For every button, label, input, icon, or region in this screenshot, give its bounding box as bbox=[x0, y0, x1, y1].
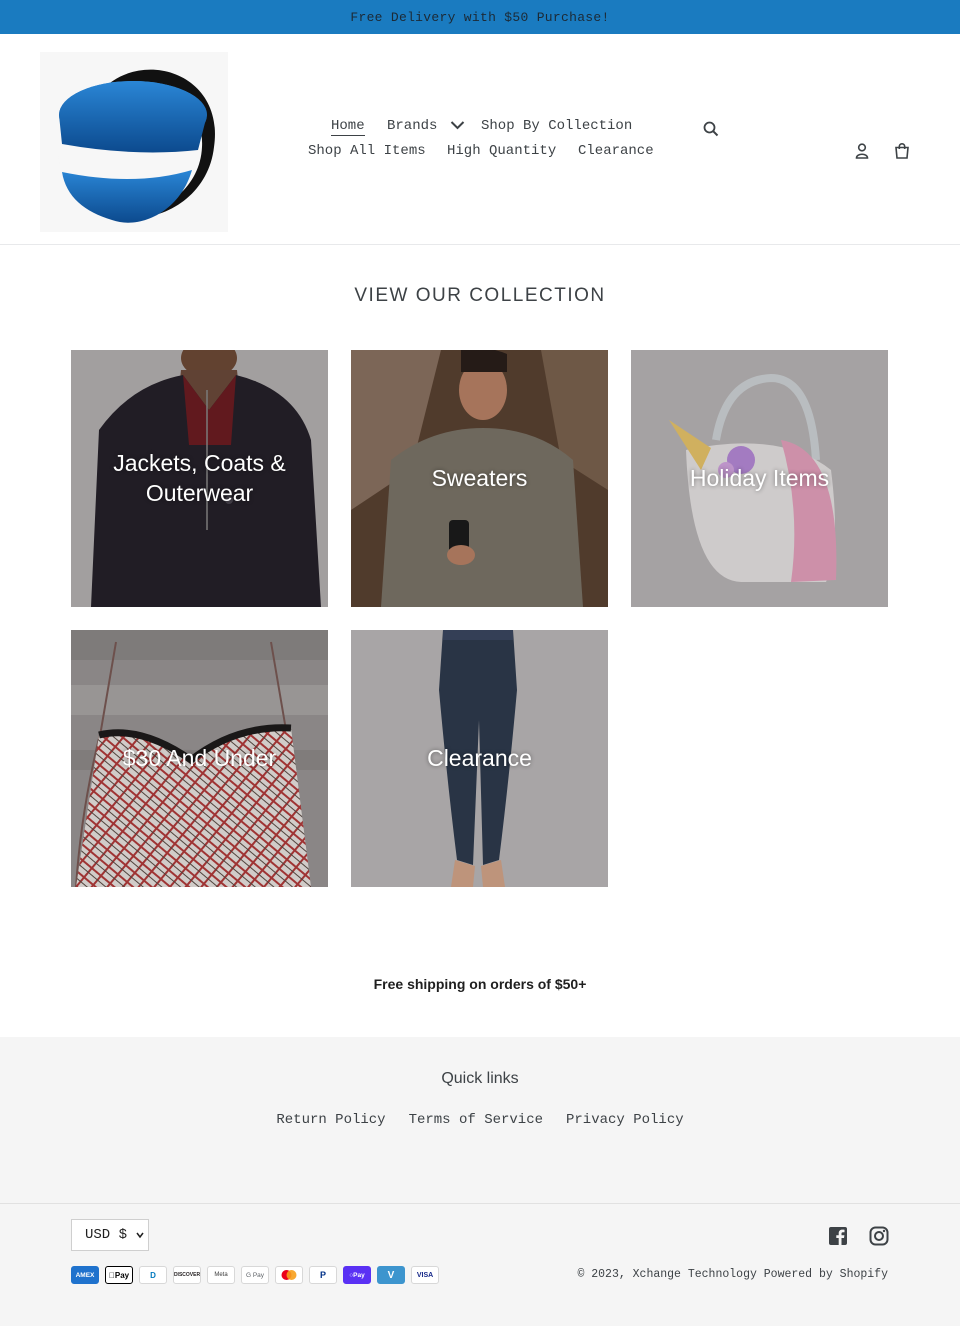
account-icon[interactable] bbox=[853, 142, 871, 160]
chevron-down-icon bbox=[450, 121, 465, 130]
nav-brands-label: Brands bbox=[387, 118, 438, 134]
apple-pay-icon: Pay bbox=[105, 1266, 133, 1284]
visa-icon: VISA bbox=[411, 1266, 439, 1284]
nav-home[interactable]: Home bbox=[331, 118, 365, 136]
collection-tile-label: $30 And Under bbox=[122, 744, 277, 771]
collection-tile-label: Clearance bbox=[427, 744, 532, 771]
privacy-policy-link[interactable]: Privacy Policy bbox=[566, 1112, 684, 1128]
venmo-icon: V bbox=[377, 1266, 405, 1284]
terms-of-service-link[interactable]: Terms of Service bbox=[409, 1112, 543, 1128]
announcement-bar: Free Delivery with $50 Purchase! bbox=[0, 0, 960, 34]
search-icon[interactable] bbox=[702, 120, 720, 138]
store-logo[interactable] bbox=[40, 52, 228, 232]
collection-tile-label: Jackets, Coats & Outerwear bbox=[113, 450, 286, 506]
site-header: Home Brands Shop By Collection Shop All … bbox=[0, 34, 960, 245]
diners-club-icon: D bbox=[139, 1266, 167, 1284]
google-pay-icon: G Pay bbox=[241, 1266, 269, 1284]
collection-tile-jackets[interactable]: Jackets, Coats & Outerwear bbox=[71, 350, 328, 607]
nav-brands[interactable]: Brands bbox=[387, 118, 465, 134]
mastercard-icon bbox=[275, 1266, 303, 1284]
cart-icon[interactable] bbox=[893, 142, 911, 160]
currency-value: USD $ bbox=[85, 1227, 128, 1243]
collection-tile-clearance[interactable]: Clearance bbox=[351, 630, 608, 887]
facebook-icon[interactable] bbox=[828, 1226, 848, 1246]
site-footer: Quick links Return Policy Terms of Servi… bbox=[0, 1037, 960, 1326]
currency-selector[interactable]: USD $ bbox=[71, 1219, 149, 1251]
meta-pay-icon: Meta bbox=[207, 1266, 235, 1284]
instagram-icon[interactable] bbox=[869, 1226, 889, 1246]
quick-links: Return Policy Terms of Service Privacy P… bbox=[0, 1112, 960, 1128]
return-policy-link[interactable]: Return Policy bbox=[276, 1112, 385, 1128]
announcement-text: Free Delivery with $50 Purchase! bbox=[350, 9, 610, 25]
nav-shop-all-items[interactable]: Shop All Items bbox=[308, 143, 426, 159]
paypal-icon: P bbox=[309, 1266, 337, 1284]
nav-shop-by-collection[interactable]: Shop By Collection bbox=[481, 118, 632, 134]
amex-icon: AMEX bbox=[71, 1266, 99, 1284]
nav-clearance[interactable]: Clearance bbox=[578, 143, 654, 159]
collection-tile-label: Sweaters bbox=[431, 464, 528, 491]
footer-divider bbox=[0, 1203, 960, 1204]
chevron-down-icon bbox=[136, 1232, 144, 1239]
collection-tile-30-and-under[interactable]: $30 And Under bbox=[71, 630, 328, 887]
collection-tile-sweaters[interactable]: Sweaters bbox=[351, 350, 608, 607]
payment-icons: AMEX Pay D DISCOVER Meta G Pay P ○Pay V… bbox=[71, 1266, 439, 1284]
collection-tile-label: Holiday Items bbox=[689, 464, 830, 491]
shop-pay-icon: ○ Pay bbox=[343, 1266, 371, 1284]
collection-tile-holiday-items[interactable]: Holiday Items bbox=[631, 350, 888, 607]
nav-high-quantity[interactable]: High Quantity bbox=[447, 143, 556, 159]
globe-logo-icon bbox=[58, 69, 215, 223]
collection-heading: VIEW OUR COLLECTION bbox=[354, 285, 606, 306]
free-shipping-banner: Free shipping on orders of $50+ bbox=[373, 976, 587, 992]
copyright-text: © 2023, Xchange Technology Powered by Sh… bbox=[577, 1268, 888, 1281]
quick-links-title: Quick links bbox=[441, 1070, 519, 1087]
discover-icon: DISCOVER bbox=[173, 1266, 201, 1284]
